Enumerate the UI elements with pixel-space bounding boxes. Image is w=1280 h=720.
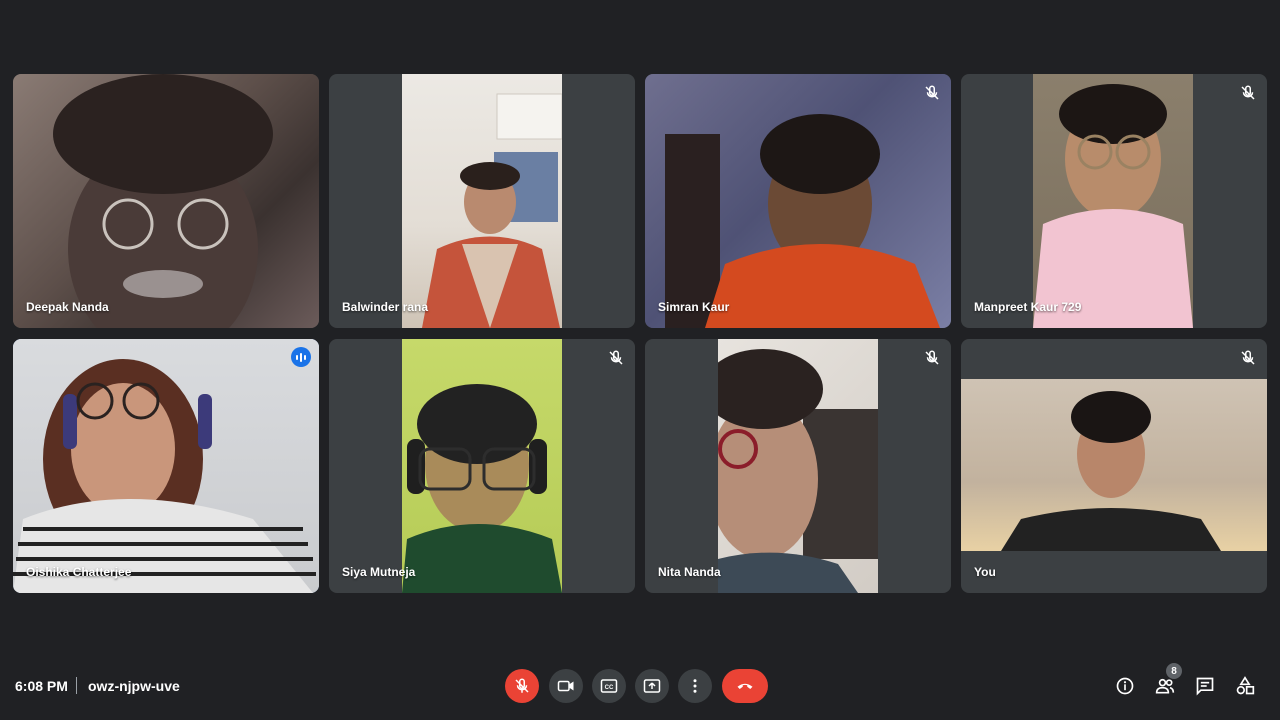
mic-off-icon	[515, 678, 529, 693]
captions-icon: CC	[600, 679, 618, 693]
mic-off-icon	[609, 350, 623, 365]
participant-video	[961, 379, 1267, 551]
speaking-indicator-icon	[291, 347, 311, 367]
present-screen-button[interactable]	[635, 669, 669, 703]
participant-video	[703, 339, 878, 593]
participant-video	[13, 339, 319, 593]
participant-tile-self[interactable]: You	[961, 339, 1267, 593]
meeting-code: owz-njpw-uve	[88, 678, 180, 694]
participant-silhouette	[1001, 391, 1221, 551]
participant-video	[402, 74, 563, 328]
participant-name: Nita Nanda	[658, 565, 721, 579]
more-options-button[interactable]	[678, 669, 712, 703]
meeting-time: 6:08 PM	[15, 678, 68, 694]
participant-name: Simran Kaur	[658, 300, 730, 314]
captions-button[interactable]: CC	[592, 669, 626, 703]
meeting-details-button[interactable]	[1114, 675, 1136, 697]
leave-call-icon	[737, 683, 753, 689]
participant-tile[interactable]: Simran Kaur	[645, 74, 951, 328]
participant-video	[13, 74, 319, 328]
participant-silhouette	[13, 359, 316, 593]
more-options-icon	[693, 679, 697, 693]
people-icon	[1155, 678, 1175, 694]
participant-tile[interactable]: Siya Mutneja	[329, 339, 635, 593]
participant-name: Deepak Nanda	[26, 300, 109, 314]
participant-tile[interactable]: Deepak Nanda	[13, 74, 319, 328]
participant-grid: Deepak Nanda Balwinder rana Simran Kaur …	[13, 74, 1267, 594]
participant-silhouette	[53, 74, 273, 328]
participant-video	[402, 339, 562, 593]
participant-count-badge: 8	[1166, 663, 1182, 679]
camera-toggle-button[interactable]	[549, 669, 583, 703]
participant-name: You	[974, 565, 996, 579]
participant-name: Siya Mutneja	[342, 565, 416, 579]
leave-call-button[interactable]	[722, 669, 768, 703]
mic-off-icon	[925, 85, 939, 100]
participant-silhouette	[1033, 84, 1193, 328]
participant-silhouette	[703, 349, 878, 593]
participant-video	[645, 74, 951, 328]
mic-off-icon	[1241, 350, 1255, 365]
participant-silhouette	[402, 384, 562, 593]
participant-tile[interactable]: Oishika Chatterjee	[13, 339, 319, 593]
participant-silhouette	[665, 114, 940, 328]
participant-silhouette	[422, 93, 563, 328]
microphone-toggle-button[interactable]	[505, 669, 539, 703]
participant-name: Balwinder rana	[342, 300, 429, 314]
chat-icon	[1196, 677, 1214, 696]
chat-button[interactable]	[1194, 675, 1216, 697]
mic-off-icon	[1241, 85, 1255, 100]
svg-text:CC: CC	[605, 685, 614, 691]
present-screen-icon	[643, 679, 661, 693]
mic-off-icon	[925, 350, 939, 365]
camera-icon	[557, 680, 574, 692]
participant-video	[1033, 74, 1193, 328]
info-icon	[1116, 677, 1134, 695]
participant-tile[interactable]: Nita Nanda	[645, 339, 951, 593]
participant-name: Manpreet Kaur 729	[974, 300, 1082, 314]
activities-icon	[1236, 676, 1255, 695]
participant-tile[interactable]: Manpreet Kaur 729	[961, 74, 1267, 328]
participant-name: Oishika Chatterjee	[26, 565, 132, 579]
divider	[76, 677, 77, 694]
activities-button[interactable]	[1234, 675, 1256, 697]
participant-tile[interactable]: Balwinder rana	[329, 74, 635, 328]
